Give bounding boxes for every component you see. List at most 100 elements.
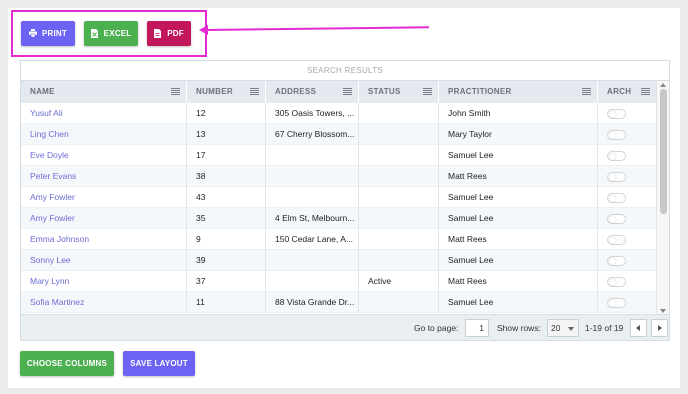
number-cell: 39 (187, 250, 266, 271)
table-row[interactable]: Amy Fowler 43 Samuel Lee (21, 187, 657, 208)
archived-cell (598, 166, 657, 187)
archived-cell (598, 103, 657, 124)
column-menu-icon[interactable] (171, 88, 180, 96)
table-row[interactable]: Amy Fowler 35 4 Elm St, Melbourn... Samuel … (21, 208, 657, 229)
practitioner-cell: Samuel Lee (439, 292, 598, 313)
address-cell: 150 Cedar Lane, A... (266, 229, 359, 250)
patient-name-link[interactable]: Emma Johnson (21, 229, 187, 250)
patient-name-link[interactable]: Amy Fowler (21, 187, 187, 208)
archived-cell (598, 229, 657, 250)
column-header-status[interactable]: STATUS (359, 81, 439, 103)
patient-name-link[interactable]: Yusuf Ali (21, 103, 187, 124)
archive-toggle[interactable] (607, 234, 626, 245)
number-cell: 11 (187, 292, 266, 313)
vertical-scrollbar[interactable] (656, 81, 669, 315)
excel-button[interactable]: EXCEL (84, 21, 138, 46)
address-cell: 4 Elm St, Melbourn... (266, 208, 359, 229)
address-cell: 88 Vista Grande Dr... (266, 292, 359, 313)
table-row[interactable]: Emma Johnson 9 150 Cedar Lane, A... Matt Re… (21, 229, 657, 250)
number-cell: 13 (187, 124, 266, 145)
grid-title: SEARCH RESULTS (21, 61, 669, 81)
address-cell (266, 187, 359, 208)
show-rows-label: Show rows: (497, 323, 541, 333)
practitioner-cell: Samuel Lee (439, 187, 598, 208)
table-row[interactable]: Ling Chen 13 67 Cherry Blossom... Mary Tayl… (21, 124, 657, 145)
grid-header: NAME NUMBER ADDRESS STATUS PRACTITIONER … (21, 81, 657, 103)
table-row[interactable]: Mary Lynn 37 Active Matt Rees (21, 271, 657, 292)
archived-cell (598, 250, 657, 271)
number-cell: 12 (187, 103, 266, 124)
rows-per-page-value: 20 (551, 323, 561, 333)
patient-name-link[interactable]: Eve Doyle (21, 145, 187, 166)
archive-toggle[interactable] (607, 297, 626, 308)
scroll-down-icon[interactable] (660, 309, 666, 313)
archive-toggle[interactable] (607, 192, 626, 203)
archive-toggle[interactable] (607, 171, 626, 182)
patient-name-link[interactable]: Peter Evans (21, 166, 187, 187)
column-menu-icon[interactable] (641, 88, 650, 96)
rows-per-page-select[interactable]: 20 (547, 319, 579, 337)
archived-cell (598, 145, 657, 166)
column-menu-icon[interactable] (582, 88, 591, 96)
pdf-file-icon (154, 29, 162, 38)
patient-name-link[interactable]: Sonny Lee (21, 250, 187, 271)
table-row[interactable]: Eve Doyle 17 Samuel Lee (21, 145, 657, 166)
table-row[interactable]: Sonny Lee 39 Samuel Lee (21, 250, 657, 271)
table-row[interactable]: Sofia Martinez 11 88 Vista Grande Dr... Sam… (21, 292, 657, 313)
status-cell (359, 292, 439, 313)
column-header-archived[interactable]: ARCH (598, 81, 657, 103)
column-menu-icon[interactable] (250, 88, 259, 96)
archived-cell (598, 271, 657, 292)
printer-icon (29, 29, 37, 38)
status-cell (359, 208, 439, 229)
address-cell (266, 271, 359, 292)
address-cell: 305 Oasis Towers, ... (266, 103, 359, 124)
patient-name-link[interactable]: Sofia Martinez (21, 292, 187, 313)
next-page-button[interactable] (651, 319, 668, 337)
archive-toggle[interactable] (607, 213, 626, 224)
practitioner-cell: Mary Taylor (439, 124, 598, 145)
column-header-address[interactable]: ADDRESS (266, 81, 359, 103)
pdf-label: PDF (167, 29, 184, 38)
excel-label: EXCEL (103, 29, 132, 38)
chevron-down-icon (568, 327, 574, 331)
save-layout-button[interactable]: SAVE LAYOUT (123, 351, 195, 376)
address-cell (266, 250, 359, 271)
status-cell (359, 145, 439, 166)
patient-name-link[interactable]: Mary Lynn (21, 271, 187, 292)
table-row[interactable]: Peter Evans 38 Matt Rees (21, 166, 657, 187)
column-menu-icon[interactable] (423, 88, 432, 96)
number-cell: 37 (187, 271, 266, 292)
number-cell: 35 (187, 208, 266, 229)
scroll-up-icon[interactable] (660, 83, 666, 87)
print-label: PRINT (42, 29, 67, 38)
column-header-practitioner[interactable]: PRACTITIONER (439, 81, 598, 103)
practitioner-cell: John Smith (439, 103, 598, 124)
scrollbar-thumb[interactable] (660, 89, 667, 214)
archive-toggle[interactable] (607, 108, 626, 119)
patient-name-link[interactable]: Ling Chen (21, 124, 187, 145)
choose-columns-button[interactable]: CHOOSE COLUMNS (20, 351, 114, 376)
column-menu-icon[interactable] (343, 88, 352, 96)
address-cell: 67 Cherry Blossom... (266, 124, 359, 145)
page-number-input[interactable]: 1 (465, 319, 489, 337)
archived-cell (598, 124, 657, 145)
table-row[interactable]: Yusuf Ali 12 305 Oasis Towers, ... John Smi… (21, 103, 657, 124)
number-cell: 9 (187, 229, 266, 250)
record-range: 1-19 of 19 (585, 323, 624, 333)
column-header-number[interactable]: NUMBER (187, 81, 266, 103)
status-cell (359, 229, 439, 250)
number-cell: 17 (187, 145, 266, 166)
archive-toggle[interactable] (607, 150, 626, 161)
column-header-name[interactable]: NAME (21, 81, 187, 103)
archive-toggle[interactable] (607, 129, 626, 140)
practitioner-cell: Matt Rees (439, 271, 598, 292)
print-button[interactable]: PRINT (21, 21, 75, 46)
archive-toggle[interactable] (607, 276, 626, 287)
archive-toggle[interactable] (607, 255, 626, 266)
patient-name-link[interactable]: Amy Fowler (21, 208, 187, 229)
results-grid: SEARCH RESULTS NAME NUMBER ADDRESS STATU… (20, 60, 670, 341)
previous-page-button[interactable] (630, 319, 647, 337)
practitioner-cell: Matt Rees (439, 229, 598, 250)
pdf-button[interactable]: PDF (147, 21, 191, 46)
